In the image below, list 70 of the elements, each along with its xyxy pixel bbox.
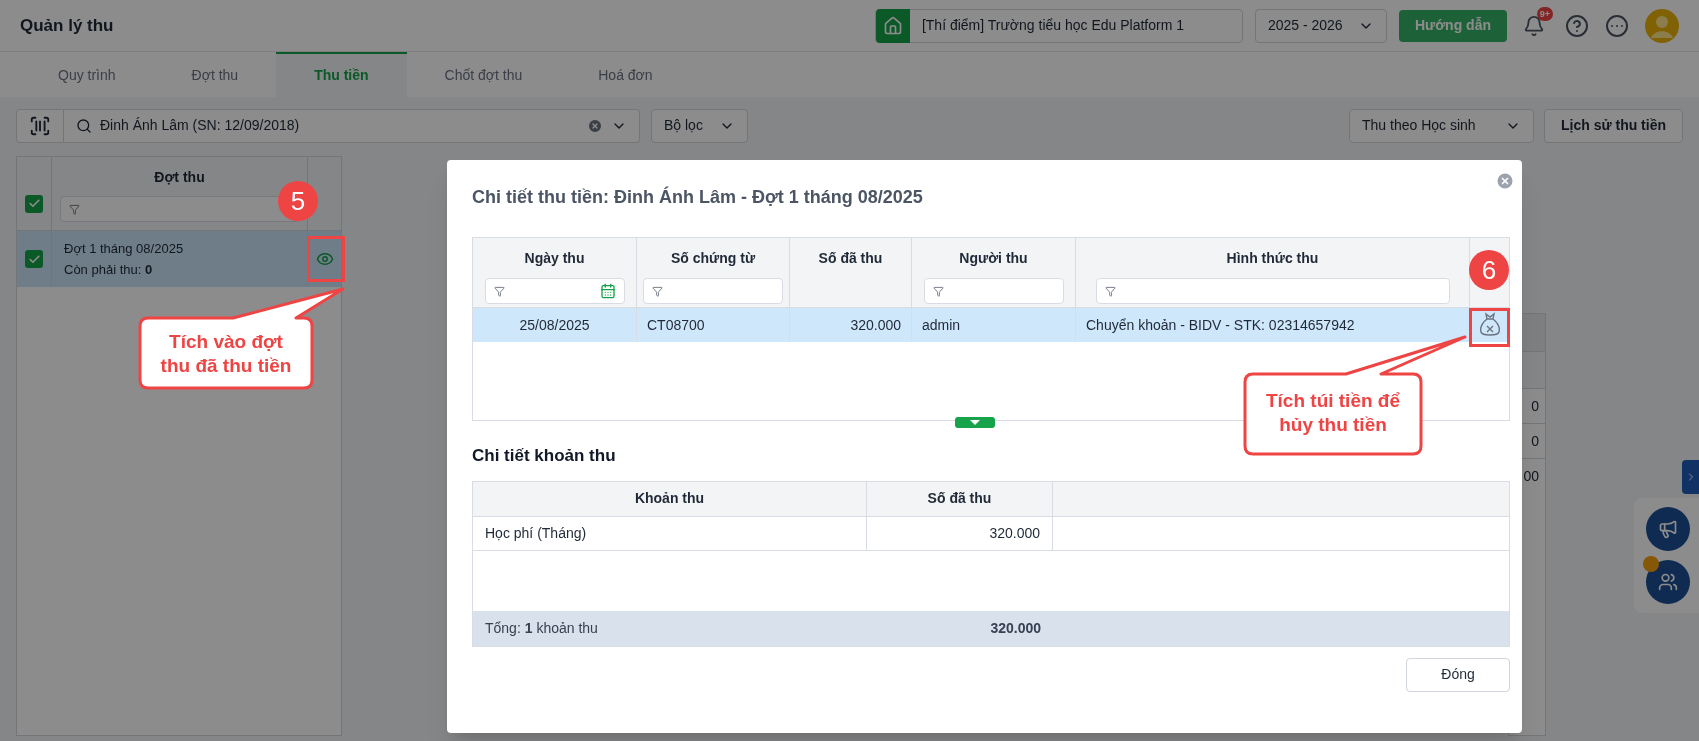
mode-select[interactable]: Thu theo Học sinh [1349, 108, 1534, 143]
clear-icon[interactable] [587, 117, 603, 134]
history-button[interactable]: Lịch sử thu tiền [1544, 108, 1683, 143]
table-cell: 320.000 [790, 308, 912, 342]
search-value: Đinh Ánh Lâm (SN: 12/09/2018) [100, 116, 300, 135]
section-title: Chi tiết khoản thu [472, 445, 617, 467]
filter-select[interactable]: Bộ lọc [651, 108, 748, 143]
payment-row[interactable]: 25/08/2025 CT08700 320.000 admin Chuyển khoản - BIDV - STK: 02314657942 [473, 308, 1509, 342]
callout-text: Tích vào đợt thu đã thu tiền [159, 330, 293, 378]
table-cell: admin [912, 308, 1076, 342]
table-cell: Học phí (Tháng) [473, 516, 867, 550]
highlight-frame [1469, 308, 1510, 347]
school-selector[interactable]: [Thí điểm] Trường tiểu học Edu Platform 1 [874, 8, 1243, 43]
total-label: Tổng: 1 khoản thu [484, 618, 599, 638]
filter-icon [652, 285, 663, 297]
avatar[interactable] [1645, 8, 1679, 43]
close-button[interactable]: Đóng [1406, 657, 1510, 692]
tab[interactable]: Hoá đơn [560, 52, 691, 97]
school-name: [Thí điểm] Trường tiểu học Edu Platform 1 [920, 16, 1186, 35]
checkbox[interactable] [25, 250, 43, 268]
notification-badge: 9+ [1536, 6, 1553, 21]
tab[interactable]: Đợt thu [153, 52, 277, 97]
remaining-text: Còn phải thu: 0 [64, 261, 154, 279]
column-header: Ngày thu [524, 249, 585, 268]
filter-field[interactable] [484, 278, 625, 304]
callout-text: Tích túi tiền để hủy thu tiền [1264, 389, 1402, 437]
home-icon [875, 8, 910, 43]
column-header: Người thu [959, 249, 1028, 268]
column-header: Đợt thu [154, 168, 205, 187]
tab[interactable]: Quy trình [20, 52, 154, 97]
money-bag-icon[interactable] [1478, 312, 1501, 338]
table-cell: 25/08/2025 [473, 308, 637, 342]
filter-icon [493, 285, 505, 297]
eye-icon[interactable] [315, 250, 334, 268]
megaphone-icon [1658, 519, 1678, 539]
column-header: Số đã thu [818, 249, 883, 268]
filter-icon [1104, 285, 1116, 297]
column-header: Hình thức thu [1226, 249, 1319, 268]
search-field[interactable]: Đinh Ánh Lâm (SN: 12/09/2018) [64, 108, 640, 143]
close-icon[interactable] [1495, 171, 1515, 191]
table-cell: 320.000 [867, 516, 1053, 550]
column-header: Số đã thu [867, 481, 1053, 516]
dialog-title: Chi tiết thu tiền: Đinh Ánh Lâm - Đợt 1 tháng 08/2025 [472, 185, 924, 209]
check-icon [27, 252, 41, 266]
table-cell: CT08700 [637, 308, 790, 342]
batch-row[interactable]: Đợt 1 tháng 08/2025 Còn phải thu: 0 [17, 231, 341, 287]
checkbox[interactable] [25, 194, 43, 213]
search-icon [76, 117, 92, 134]
side-panel-tab[interactable] [1682, 460, 1699, 494]
more-icon[interactable] [1605, 13, 1629, 38]
expand-toggle[interactable] [955, 417, 995, 428]
barcode-button[interactable] [16, 108, 64, 143]
barcode-icon [29, 114, 51, 137]
filter-icon [932, 285, 944, 297]
filter-field[interactable] [1095, 278, 1450, 304]
column-header: Khoản thu [473, 481, 867, 516]
filter-icon [68, 203, 80, 215]
calendar-icon [599, 283, 616, 299]
filter-field[interactable] [643, 278, 783, 304]
filter-field[interactable] [923, 278, 1064, 304]
users-icon [1658, 572, 1678, 592]
help-icon[interactable] [1565, 13, 1589, 38]
column-header: Số chứng từ [670, 249, 756, 268]
check-icon [27, 197, 41, 210]
tab[interactable]: Chốt đợt thu [406, 52, 561, 97]
page-title: Quản lý thu [20, 14, 114, 37]
year-select[interactable]: 2025 - 2026 [1254, 8, 1387, 43]
highlight-frame [307, 236, 345, 282]
batch-name: Đợt 1 tháng 08/2025 [64, 239, 185, 258]
total-amount: 320.000 [989, 618, 1042, 638]
